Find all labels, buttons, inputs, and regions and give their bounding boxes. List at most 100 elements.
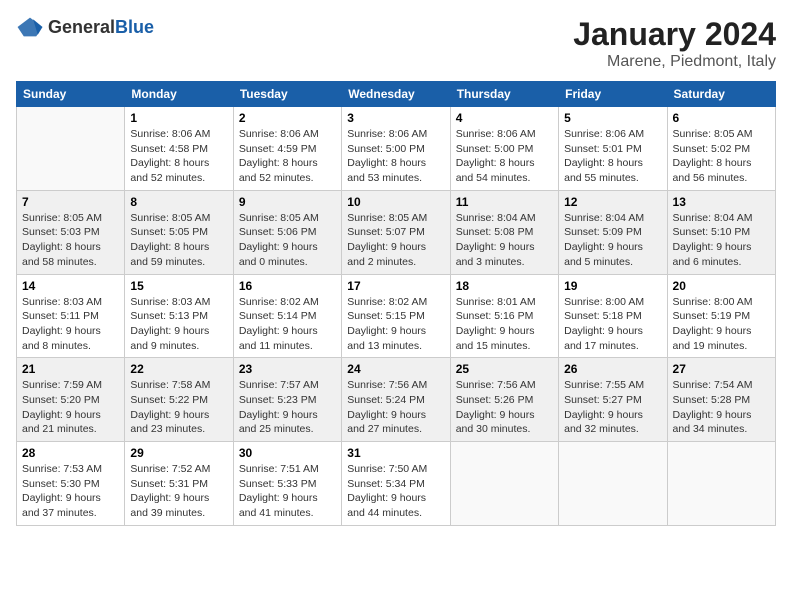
day-info: Sunrise: 7:58 AMSunset: 5:22 PMDaylight:… (130, 378, 227, 437)
day-number: 3 (347, 111, 444, 125)
table-row: 6 Sunrise: 8:05 AMSunset: 5:02 PMDayligh… (667, 107, 775, 191)
day-info: Sunrise: 7:54 AMSunset: 5:28 PMDaylight:… (673, 378, 770, 437)
table-row: 24 Sunrise: 7:56 AMSunset: 5:24 PMDaylig… (342, 358, 450, 442)
day-number: 20 (673, 279, 770, 293)
day-number: 27 (673, 362, 770, 376)
day-number: 21 (22, 362, 119, 376)
page-header: GeneralBlue January 2024 Marene, Piedmon… (16, 16, 776, 71)
day-info: Sunrise: 8:05 AMSunset: 5:05 PMDaylight:… (130, 211, 227, 270)
month-title: January 2024 (573, 16, 776, 53)
day-number: 14 (22, 279, 119, 293)
table-row: 7 Sunrise: 8:05 AMSunset: 5:03 PMDayligh… (17, 190, 125, 274)
day-number: 5 (564, 111, 661, 125)
day-info: Sunrise: 8:01 AMSunset: 5:16 PMDaylight:… (456, 295, 553, 354)
table-row (559, 442, 667, 526)
table-row: 21 Sunrise: 7:59 AMSunset: 5:20 PMDaylig… (17, 358, 125, 442)
title-block: January 2024 Marene, Piedmont, Italy (573, 16, 776, 71)
table-row: 28 Sunrise: 7:53 AMSunset: 5:30 PMDaylig… (17, 442, 125, 526)
calendar-week-row: 1 Sunrise: 8:06 AMSunset: 4:58 PMDayligh… (17, 107, 776, 191)
day-info: Sunrise: 8:03 AMSunset: 5:11 PMDaylight:… (22, 295, 119, 354)
table-row: 8 Sunrise: 8:05 AMSunset: 5:05 PMDayligh… (125, 190, 233, 274)
day-info: Sunrise: 8:02 AMSunset: 5:15 PMDaylight:… (347, 295, 444, 354)
header-saturday: Saturday (667, 82, 775, 107)
table-row: 17 Sunrise: 8:02 AMSunset: 5:15 PMDaylig… (342, 274, 450, 358)
location-title: Marene, Piedmont, Italy (573, 53, 776, 71)
day-number: 6 (673, 111, 770, 125)
logo-general: General (48, 17, 115, 37)
day-info: Sunrise: 8:05 AMSunset: 5:03 PMDaylight:… (22, 211, 119, 270)
table-row: 25 Sunrise: 7:56 AMSunset: 5:26 PMDaylig… (450, 358, 558, 442)
logo-blue: Blue (115, 17, 154, 37)
header-sunday: Sunday (17, 82, 125, 107)
table-row: 23 Sunrise: 7:57 AMSunset: 5:23 PMDaylig… (233, 358, 341, 442)
calendar-week-row: 14 Sunrise: 8:03 AMSunset: 5:11 PMDaylig… (17, 274, 776, 358)
table-row: 16 Sunrise: 8:02 AMSunset: 5:14 PMDaylig… (233, 274, 341, 358)
day-info: Sunrise: 8:04 AMSunset: 5:08 PMDaylight:… (456, 211, 553, 270)
table-row: 29 Sunrise: 7:52 AMSunset: 5:31 PMDaylig… (125, 442, 233, 526)
table-row: 15 Sunrise: 8:03 AMSunset: 5:13 PMDaylig… (125, 274, 233, 358)
day-number: 18 (456, 279, 553, 293)
day-number: 22 (130, 362, 227, 376)
day-info: Sunrise: 8:03 AMSunset: 5:13 PMDaylight:… (130, 295, 227, 354)
table-row: 5 Sunrise: 8:06 AMSunset: 5:01 PMDayligh… (559, 107, 667, 191)
day-info: Sunrise: 8:04 AMSunset: 5:10 PMDaylight:… (673, 211, 770, 270)
day-number: 13 (673, 195, 770, 209)
day-info: Sunrise: 7:56 AMSunset: 5:24 PMDaylight:… (347, 378, 444, 437)
table-row: 18 Sunrise: 8:01 AMSunset: 5:16 PMDaylig… (450, 274, 558, 358)
day-number: 29 (130, 446, 227, 460)
header-tuesday: Tuesday (233, 82, 341, 107)
day-number: 16 (239, 279, 336, 293)
day-number: 11 (456, 195, 553, 209)
day-info: Sunrise: 8:00 AMSunset: 5:18 PMDaylight:… (564, 295, 661, 354)
header-wednesday: Wednesday (342, 82, 450, 107)
day-info: Sunrise: 7:53 AMSunset: 5:30 PMDaylight:… (22, 462, 119, 521)
header-friday: Friday (559, 82, 667, 107)
day-info: Sunrise: 8:06 AMSunset: 4:59 PMDaylight:… (239, 127, 336, 186)
table-row: 9 Sunrise: 8:05 AMSunset: 5:06 PMDayligh… (233, 190, 341, 274)
day-number: 10 (347, 195, 444, 209)
day-number: 19 (564, 279, 661, 293)
table-row: 30 Sunrise: 7:51 AMSunset: 5:33 PMDaylig… (233, 442, 341, 526)
day-number: 28 (22, 446, 119, 460)
day-number: 31 (347, 446, 444, 460)
day-info: Sunrise: 7:52 AMSunset: 5:31 PMDaylight:… (130, 462, 227, 521)
day-info: Sunrise: 8:06 AMSunset: 5:01 PMDaylight:… (564, 127, 661, 186)
table-row: 4 Sunrise: 8:06 AMSunset: 5:00 PMDayligh… (450, 107, 558, 191)
table-row: 27 Sunrise: 7:54 AMSunset: 5:28 PMDaylig… (667, 358, 775, 442)
day-info: Sunrise: 7:59 AMSunset: 5:20 PMDaylight:… (22, 378, 119, 437)
day-info: Sunrise: 8:05 AMSunset: 5:06 PMDaylight:… (239, 211, 336, 270)
table-row (17, 107, 125, 191)
header-thursday: Thursday (450, 82, 558, 107)
day-info: Sunrise: 8:06 AMSunset: 5:00 PMDaylight:… (456, 127, 553, 186)
day-info: Sunrise: 7:56 AMSunset: 5:26 PMDaylight:… (456, 378, 553, 437)
calendar-table: Sunday Monday Tuesday Wednesday Thursday… (16, 81, 776, 526)
table-row: 31 Sunrise: 7:50 AMSunset: 5:34 PMDaylig… (342, 442, 450, 526)
day-number: 25 (456, 362, 553, 376)
table-row: 12 Sunrise: 8:04 AMSunset: 5:09 PMDaylig… (559, 190, 667, 274)
table-row: 2 Sunrise: 8:06 AMSunset: 4:59 PMDayligh… (233, 107, 341, 191)
table-row: 11 Sunrise: 8:04 AMSunset: 5:08 PMDaylig… (450, 190, 558, 274)
logo: GeneralBlue (16, 16, 154, 38)
day-info: Sunrise: 7:51 AMSunset: 5:33 PMDaylight:… (239, 462, 336, 521)
calendar-week-row: 21 Sunrise: 7:59 AMSunset: 5:20 PMDaylig… (17, 358, 776, 442)
day-number: 15 (130, 279, 227, 293)
day-info: Sunrise: 8:04 AMSunset: 5:09 PMDaylight:… (564, 211, 661, 270)
day-number: 9 (239, 195, 336, 209)
day-info: Sunrise: 8:06 AMSunset: 4:58 PMDaylight:… (130, 127, 227, 186)
day-number: 26 (564, 362, 661, 376)
day-number: 24 (347, 362, 444, 376)
calendar-header-row: Sunday Monday Tuesday Wednesday Thursday… (17, 82, 776, 107)
header-monday: Monday (125, 82, 233, 107)
table-row (450, 442, 558, 526)
table-row: 3 Sunrise: 8:06 AMSunset: 5:00 PMDayligh… (342, 107, 450, 191)
day-info: Sunrise: 7:55 AMSunset: 5:27 PMDaylight:… (564, 378, 661, 437)
day-info: Sunrise: 8:02 AMSunset: 5:14 PMDaylight:… (239, 295, 336, 354)
table-row: 22 Sunrise: 7:58 AMSunset: 5:22 PMDaylig… (125, 358, 233, 442)
day-info: Sunrise: 8:05 AMSunset: 5:02 PMDaylight:… (673, 127, 770, 186)
day-number: 17 (347, 279, 444, 293)
calendar-week-row: 7 Sunrise: 8:05 AMSunset: 5:03 PMDayligh… (17, 190, 776, 274)
table-row: 13 Sunrise: 8:04 AMSunset: 5:10 PMDaylig… (667, 190, 775, 274)
day-number: 4 (456, 111, 553, 125)
logo-text: GeneralBlue (48, 17, 154, 38)
table-row: 10 Sunrise: 8:05 AMSunset: 5:07 PMDaylig… (342, 190, 450, 274)
